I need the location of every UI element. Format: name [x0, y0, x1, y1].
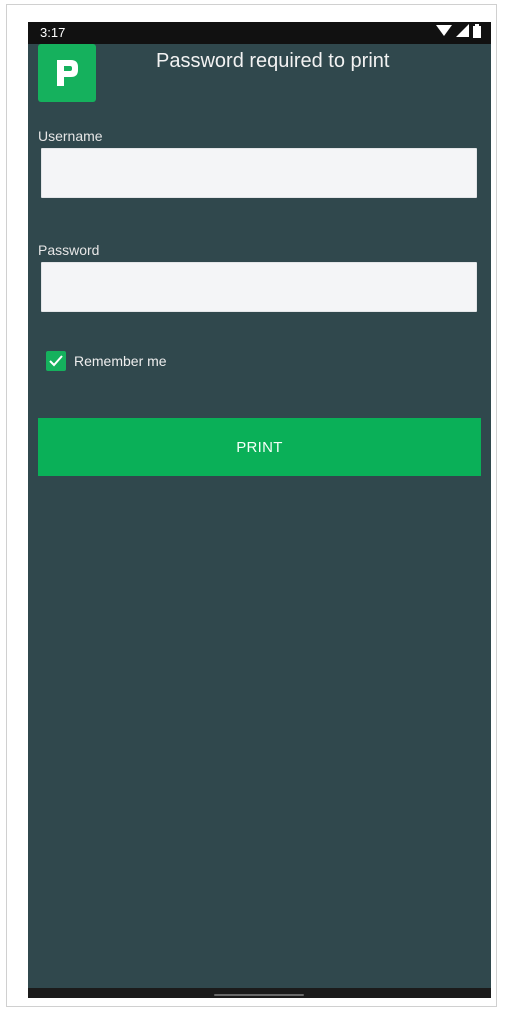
remember-me-label: Remember me: [74, 353, 167, 369]
password-field[interactable]: [41, 262, 477, 312]
phone-screen: 3:17 Password required to print Username…: [28, 22, 491, 998]
status-icons: [436, 23, 481, 43]
remember-me-row[interactable]: Remember me: [46, 349, 167, 373]
remember-me-checkbox[interactable]: [46, 351, 66, 371]
signal-icon: [456, 24, 469, 42]
status-bar: 3:17: [28, 22, 491, 44]
status-time: 3:17: [40, 25, 66, 40]
print-button[interactable]: PRINT: [38, 418, 481, 476]
password-label: Password: [38, 242, 100, 258]
checkmark-icon: [49, 355, 63, 367]
navigation-bar: [28, 988, 491, 998]
wifi-icon: [436, 24, 452, 42]
home-handle[interactable]: [214, 994, 304, 996]
username-field[interactable]: [41, 148, 477, 198]
page-title: Password required to print: [156, 50, 390, 72]
battery-icon: [473, 23, 481, 43]
username-label: Username: [38, 128, 103, 144]
papercut-logo-icon: [38, 44, 96, 102]
